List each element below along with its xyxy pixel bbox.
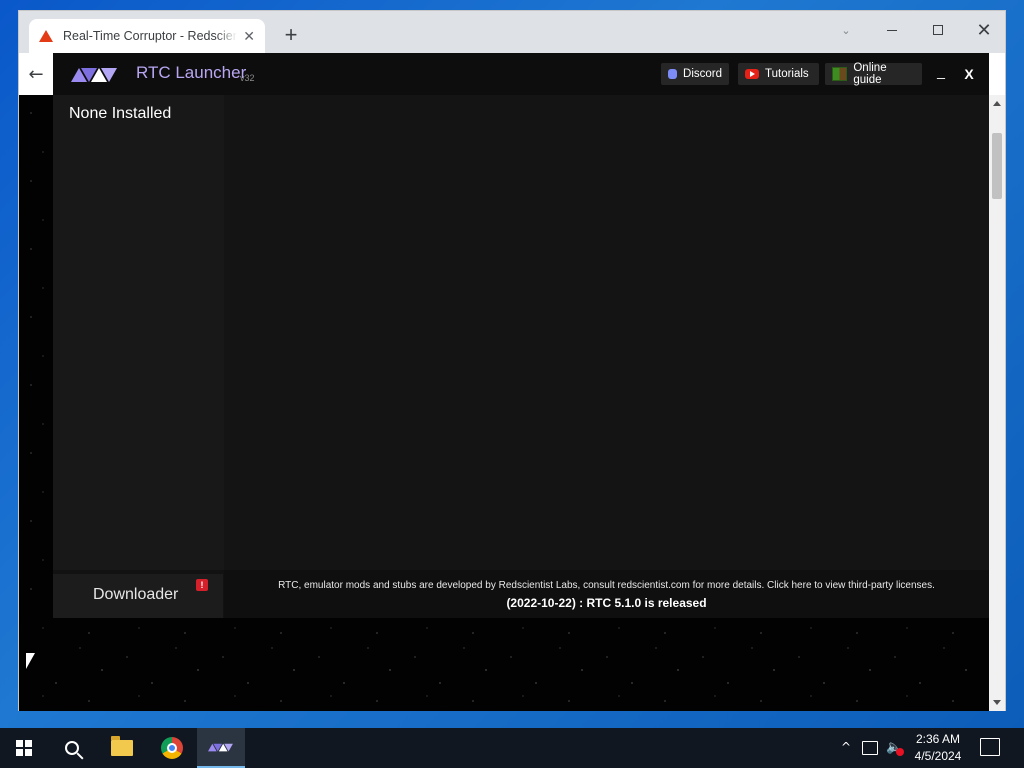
window-maximize-button[interactable] — [915, 15, 961, 45]
tutorials-label: Tutorials — [765, 68, 809, 80]
search-icon — [65, 741, 79, 755]
window-minimize-button[interactable] — [869, 15, 915, 45]
page-scrollbar[interactable] — [989, 95, 1005, 711]
folder-icon — [111, 736, 133, 756]
rtc-launcher-app: RTC Launcher v32 Discord Tutorials Onlin… — [53, 53, 989, 618]
rtc-logo-icon — [208, 743, 233, 752]
taskbar: ^ 🔈 2:36 AM 4/5/2024 — [0, 728, 1024, 768]
new-tab-button[interactable]: + — [279, 23, 303, 47]
app-header: RTC Launcher v32 Discord Tutorials Onlin… — [53, 53, 989, 95]
taskbar-search-button[interactable] — [48, 728, 96, 768]
scroll-down-icon[interactable] — [993, 700, 1001, 705]
app-version: v32 — [240, 73, 255, 83]
online-guide-label: Online guide — [853, 62, 887, 86]
chrome-icon — [161, 737, 183, 759]
tutorials-button[interactable]: Tutorials — [738, 63, 819, 85]
mute-icon — [896, 748, 904, 756]
notifications-icon[interactable] — [980, 738, 1000, 756]
browser-window: Real-Time Corruptor - Redscientist Labs … — [18, 10, 1006, 711]
browser-tab[interactable]: Real-Time Corruptor - Redscientist Labs … — [29, 19, 265, 53]
app-minimize-button[interactable]: _ — [931, 63, 951, 85]
window-close-button[interactable]: ✕ — [961, 15, 1007, 45]
minimize-icon — [887, 29, 897, 31]
network-icon[interactable] — [862, 741, 878, 755]
discord-label: Discord — [683, 68, 722, 80]
alert-icon: ! — [196, 579, 208, 591]
footer-news: (2022-10-22) : RTC 5.1.0 is released — [506, 596, 707, 610]
rtc-logo-icon — [71, 68, 117, 82]
start-button[interactable] — [0, 728, 48, 768]
sidebar: None Installed — [53, 95, 224, 570]
downloader-label: Downloader — [93, 586, 179, 603]
rtc-favicon-icon — [39, 30, 53, 42]
clock-time: 2:36 AM — [915, 732, 961, 746]
online-guide-button[interactable]: Online guide — [825, 62, 922, 86]
chrome-button[interactable] — [148, 728, 196, 768]
tab-title: Real-Time Corruptor - Redscientist Labs — [63, 29, 237, 43]
tray-chevron-icon[interactable]: ^ — [838, 740, 854, 756]
clock-date: 4/5/2024 — [914, 749, 962, 763]
tab-close-button[interactable]: ✕ — [243, 28, 255, 45]
scroll-up-icon[interactable] — [993, 101, 1001, 106]
tab-strip: Real-Time Corruptor - Redscientist Labs … — [19, 11, 1005, 53]
app-close-button[interactable]: X — [959, 63, 979, 85]
discord-icon — [668, 69, 678, 79]
youtube-icon — [745, 69, 759, 79]
file-explorer-button[interactable] — [98, 728, 146, 768]
discord-button[interactable]: Discord — [661, 63, 729, 85]
downloader-button[interactable]: Downloader ! — [53, 574, 223, 618]
windows-logo-icon — [16, 740, 32, 756]
app-title: RTC Launcher — [136, 63, 247, 82]
scroll-thumb[interactable] — [992, 133, 1002, 199]
back-button[interactable]: ← — [19, 53, 53, 95]
footer: RTC, emulator mods and stubs are develop… — [224, 570, 989, 618]
tab-search-button[interactable]: ⌄ — [823, 15, 869, 45]
main-panel — [224, 95, 989, 570]
sidebar-title: None Installed — [69, 105, 172, 122]
footer-credits-link[interactable]: RTC, emulator mods and stubs are develop… — [224, 580, 989, 591]
rtc-launcher-taskbar-button[interactable] — [197, 728, 245, 768]
maximize-icon — [933, 25, 943, 35]
mouse-cursor-icon — [26, 653, 35, 669]
guide-icon — [832, 67, 848, 81]
clock[interactable]: 2:36 AM 4/5/2024 — [908, 731, 968, 765]
